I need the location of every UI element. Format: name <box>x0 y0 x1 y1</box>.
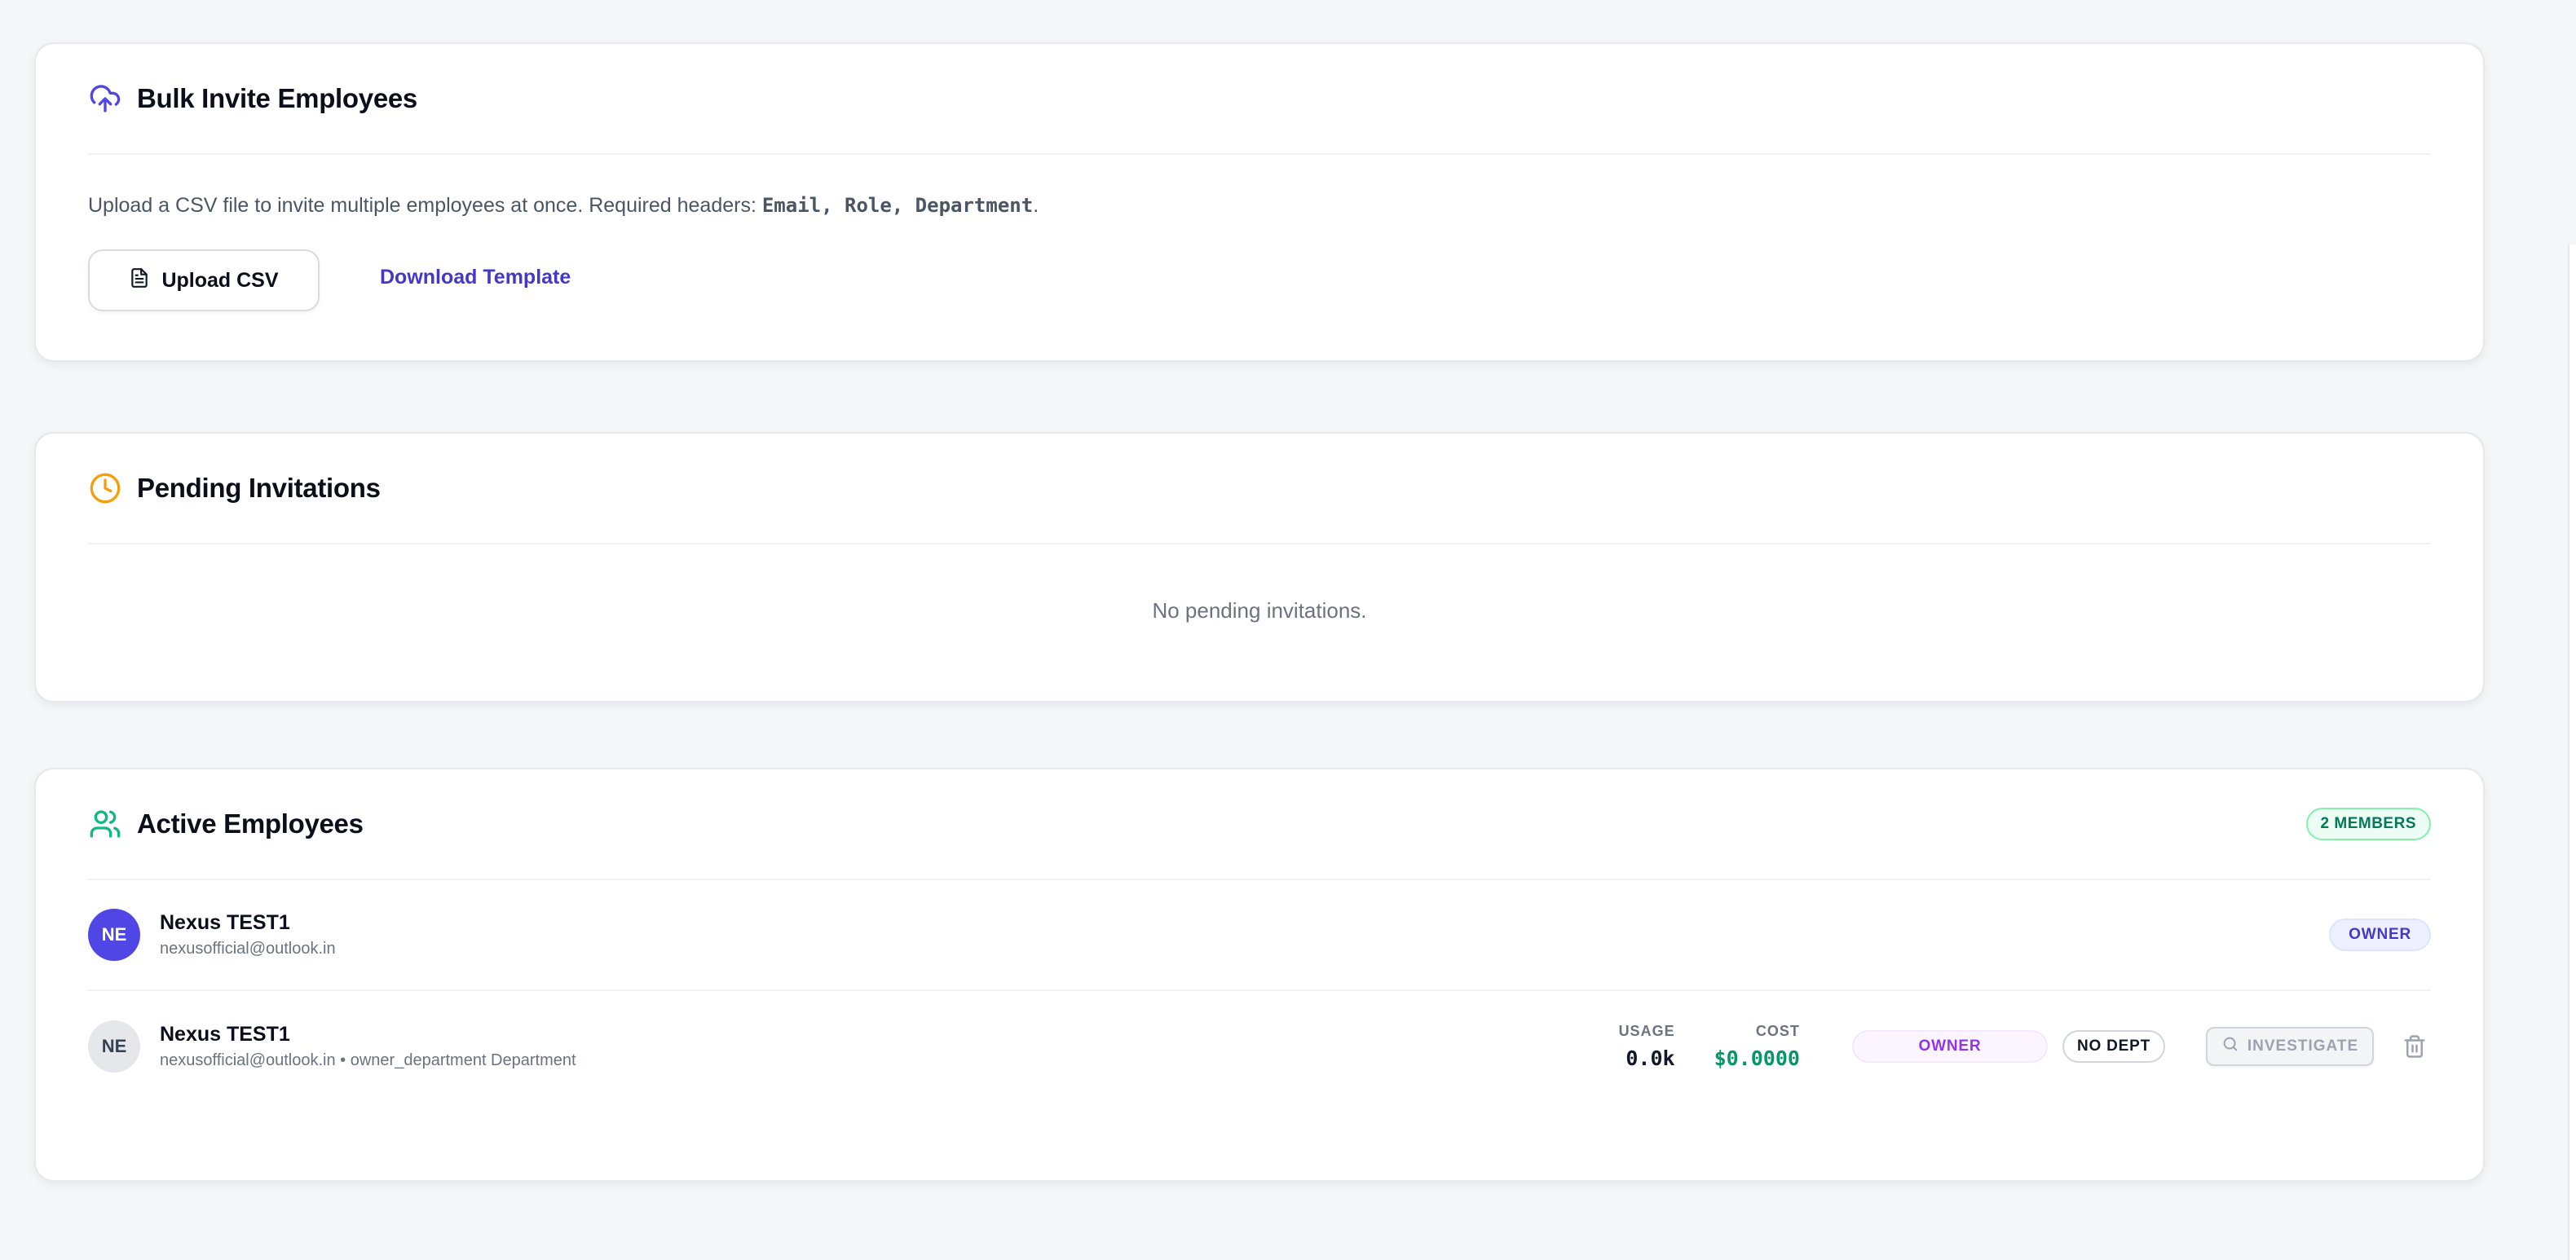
bulk-invite-description: Upload a CSV file to invite multiple emp… <box>88 194 1039 218</box>
search-icon <box>2221 1035 2239 1058</box>
pending-invitations-card: Pending Invitations No pending invitatio… <box>34 432 2485 703</box>
investigate-label: INVESTIGATE <box>2247 1038 2359 1055</box>
usage-value: 0.0k <box>1625 1046 1675 1070</box>
role-select[interactable]: OWNER <box>1851 1030 2048 1063</box>
cloud-upload-icon <box>88 82 122 116</box>
pending-invitations-header: Pending Invitations <box>88 434 2431 544</box>
employee-row: NE Nexus TEST1 nexusofficial@outlook.in … <box>88 880 2431 991</box>
employee-info: Nexus TEST1 nexusofficial@outlook.in <box>160 911 336 958</box>
department-select[interactable]: NO DEPT <box>2062 1030 2165 1063</box>
required-headers: Email, Role, Department <box>761 194 1034 217</box>
employee-email: nexusofficial@outlook.in <box>160 940 336 958</box>
avatar: NE <box>88 1020 140 1073</box>
role-badge: OWNER <box>2329 919 2431 951</box>
users-icon <box>88 807 122 841</box>
file-icon <box>129 267 150 294</box>
download-template-link[interactable]: Download Template <box>380 266 571 289</box>
description-text: Upload a CSV file to invite multiple emp… <box>88 194 762 217</box>
upload-csv-label: Upload CSV <box>161 268 279 292</box>
active-employees-card: Active Employees 2 MEMBERS NE Nexus TEST… <box>34 768 2485 1182</box>
investigate-button[interactable]: INVESTIGATE <box>2206 1027 2374 1066</box>
scrollbar[interactable] <box>2568 245 2576 1260</box>
cost-value: $0.0000 <box>1714 1046 1800 1070</box>
usage-stat: USAGE 0.0k <box>1619 1023 1675 1070</box>
bulk-invite-card: Bulk Invite Employees Upload a CSV file … <box>34 42 2485 362</box>
bulk-invite-header: Bulk Invite Employees <box>88 44 2431 155</box>
employee-name: Nexus TEST1 <box>160 911 290 934</box>
usage-label: USAGE <box>1618 1023 1675 1039</box>
active-employees-title: Active Employees <box>137 808 364 839</box>
avatar: NE <box>88 909 140 961</box>
bulk-invite-title: Bulk Invite Employees <box>137 83 417 113</box>
active-employees-header: Active Employees 2 MEMBERS <box>88 769 2431 880</box>
employee-name: Nexus TEST1 <box>160 1023 290 1046</box>
cost-stat: COST $0.0000 <box>1714 1023 1800 1070</box>
trash-icon[interactable] <box>2398 1030 2431 1063</box>
member-count-badge: 2 MEMBERS <box>2305 808 2431 840</box>
employee-info: Nexus TEST1 nexusofficial@outlook.in • o… <box>160 1023 576 1070</box>
pending-invitations-title: Pending Invitations <box>137 473 381 503</box>
clock-icon <box>88 471 122 505</box>
empty-state-text: No pending invitations. <box>1152 598 1367 623</box>
upload-csv-button[interactable]: Upload CSV <box>88 249 320 311</box>
employee-email-department: nexusofficial@outlook.in • owner_departm… <box>160 1051 576 1069</box>
cost-label: COST <box>1755 1023 1800 1039</box>
page: Bulk Invite Employees Upload a CSV file … <box>0 0 2576 1260</box>
description-suffix: . <box>1033 194 1039 217</box>
employee-row: NE Nexus TEST1 nexusofficial@outlook.in … <box>88 991 2431 1102</box>
